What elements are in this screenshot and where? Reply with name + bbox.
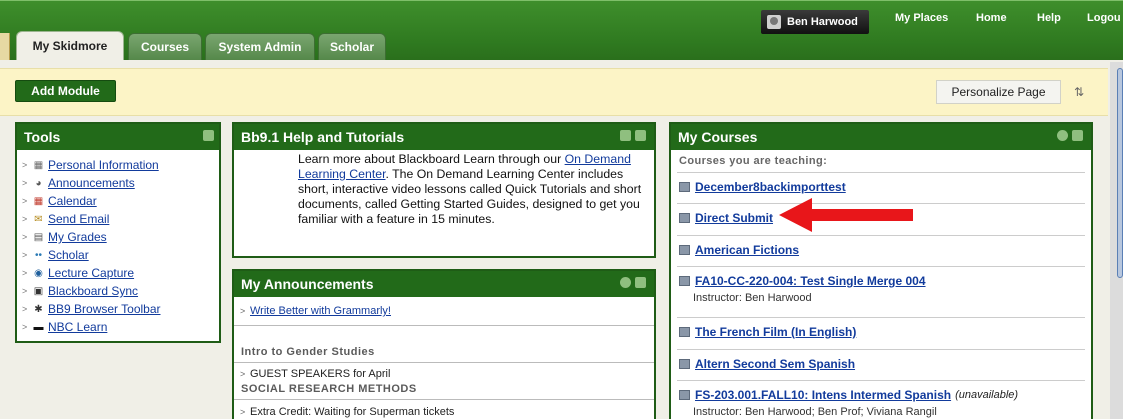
red-arrow-annotation — [779, 198, 913, 232]
annotation-overlay — [779, 198, 913, 232]
